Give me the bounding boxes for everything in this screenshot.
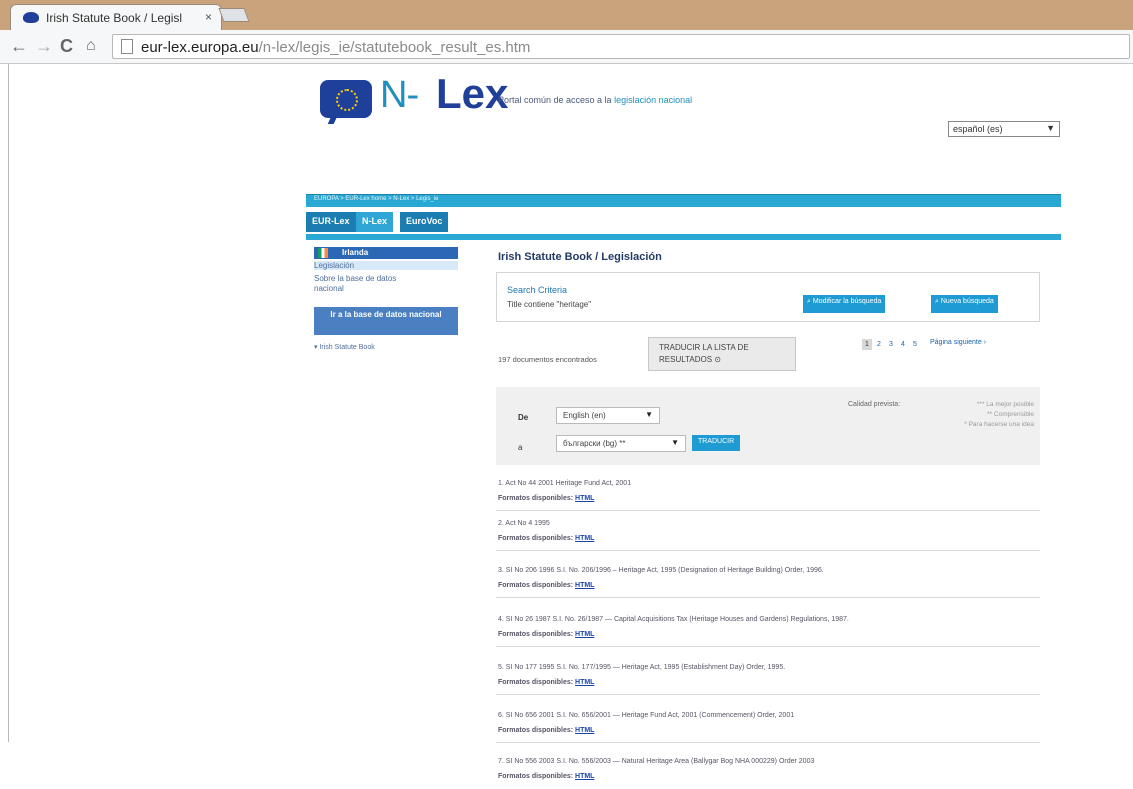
result-title[interactable]: 6. SI No 656 2001 S.I. No. 656/2001 — He… — [498, 712, 794, 719]
new-tab-button[interactable] — [218, 8, 250, 22]
result-formats: Formatos disponibles: HTML — [498, 679, 595, 686]
sidebar-country: Irlanda — [342, 248, 369, 257]
breadcrumb[interactable]: EUROPA > EUR-Lex home > N-Lex > Legis_ie — [314, 196, 438, 202]
sidebar-item-legislacion[interactable]: Legislación — [314, 261, 458, 270]
ireland-flag-icon — [318, 248, 328, 258]
result-formats: Formatos disponibles: HTML — [498, 631, 595, 638]
tab-n-lex[interactable]: N-Lex — [356, 212, 394, 232]
modify-search-button[interactable]: ⌕ Modificar la búsqueda — [803, 295, 886, 313]
forward-arrow-icon[interactable]: → — [35, 37, 53, 55]
sidebar-country-header: Irlanda — [314, 247, 458, 259]
goto-national-database-button[interactable]: Ir a la base de datos nacional — [314, 307, 458, 335]
dropdown-arrow-icon: ▼ — [645, 410, 653, 419]
quality-label: Calidad prevista: — [848, 401, 901, 408]
result-formats: Formatos disponibles: HTML — [498, 582, 595, 589]
tab-title: Irish Statute Book / Legisl — [46, 11, 183, 25]
search-criteria-box: Search Criteria Title contiene "heritage… — [496, 272, 1040, 322]
tab-eur-lex[interactable]: EUR-Lex — [306, 212, 356, 232]
translation-panel: De English (en) ▼ a български (bg) ** ▼ TR… — [496, 387, 1040, 465]
result-title[interactable]: 1. Act No 44 2001 Heritage Fund Act, 200… — [498, 480, 631, 487]
result-title[interactable]: 3. SI No 206 1996 S.I. No. 206/1996 – He… — [498, 567, 824, 574]
quality-best: *** La mejor posible — [976, 401, 1034, 408]
translate-button[interactable]: TRADUCIR — [692, 435, 741, 451]
page-3[interactable]: 3 — [886, 339, 896, 350]
html-format-link[interactable]: HTML — [575, 679, 594, 686]
result-formats: Formatos disponibles: HTML — [498, 773, 595, 780]
html-format-link[interactable]: HTML — [575, 495, 594, 502]
page-icon — [121, 39, 133, 54]
browser-toolbar: ← → C ⌂ eur-lex.europa.eu/n-lex/legis_ie… — [0, 30, 1133, 64]
result-formats: Formatos disponibles: HTML — [498, 535, 595, 542]
breadcrumb-bar: EUROPA > EUR-Lex home > N-Lex > Legis_ie — [306, 194, 1061, 207]
results-count: 197 documentos encontrados — [498, 355, 597, 364]
logo-lex[interactable]: Lex — [436, 70, 508, 118]
sidebar-tree-item[interactable]: ▾ Irish Statute Book — [314, 343, 375, 351]
from-language-select[interactable]: English (en) ▼ — [556, 407, 660, 424]
html-format-link[interactable]: HTML — [575, 631, 594, 638]
tab-eurovoc[interactable]: EuroVoc — [400, 212, 449, 232]
n-lex-site: N- Lex Portal común de acceso a la legis… — [306, 64, 1061, 780]
result-item: 7. SI No 556 2003 S.I. No. 556/2003 — Na… — [496, 751, 1040, 789]
result-formats: Formatos disponibles: HTML — [498, 495, 595, 502]
dropdown-arrow-icon: ▼ — [671, 438, 679, 447]
url-text: eur-lex.europa.eu/n-lex/legis_ie/statute… — [141, 39, 531, 56]
page-title: Irish Statute Book / Legislación — [498, 251, 662, 263]
site-tagline: Portal común de acceso a la legislación … — [498, 95, 693, 105]
eu-flag-logo-icon[interactable] — [320, 80, 372, 118]
n-lex-favicon-icon — [23, 12, 39, 23]
search-criteria-value: Title contiene "heritage" — [507, 300, 592, 309]
to-language-select[interactable]: български (bg) ** ▼ — [556, 435, 686, 452]
translate-results-button[interactable]: TRADUCIR LA LISTA DE RESULTADOS ⊙ — [648, 337, 796, 371]
html-format-link[interactable]: HTML — [575, 727, 594, 734]
browser-tab-bar: Irish Statute Book / Legisl × — [0, 0, 1133, 30]
html-format-link[interactable]: HTML — [575, 535, 594, 542]
home-icon[interactable]: ⌂ — [86, 37, 96, 55]
result-item: 2. Act No 4 1995 Formatos disponibles: H… — [496, 513, 1040, 551]
dropdown-arrow-icon: ▼ — [1046, 123, 1055, 133]
html-format-link[interactable]: HTML — [575, 582, 594, 589]
result-title[interactable]: 7. SI No 556 2003 S.I. No. 556/2003 — Na… — [498, 758, 814, 765]
result-title[interactable]: 4. SI No 26 1987 S.I. No. 26/1987 — Capi… — [498, 616, 849, 623]
sidebar-item-about-database-2[interactable]: nacional — [314, 284, 344, 293]
result-title[interactable]: 2. Act No 4 1995 — [498, 520, 550, 527]
back-arrow-icon[interactable]: ← — [10, 37, 28, 55]
sidebar-item-about-database[interactable]: Sobre la base de datos — [314, 274, 396, 283]
tab-close-icon[interactable]: × — [205, 10, 212, 24]
result-title[interactable]: 5. SI No 177 1995 S.I. No. 177/1995 — He… — [498, 664, 785, 671]
tab-underline — [306, 234, 1061, 240]
quality-comprehensible: ** Comprensible — [987, 411, 1034, 418]
page-1[interactable]: 1 — [862, 339, 872, 350]
page-4[interactable]: 4 — [898, 339, 908, 350]
quality-gist: * Para hacerse una idea — [964, 421, 1034, 428]
result-item: 4. SI No 26 1987 S.I. No. 26/1987 — Capi… — [496, 609, 1040, 647]
result-item: 6. SI No 656 2001 S.I. No. 656/2001 — He… — [496, 705, 1040, 743]
browser-tab[interactable]: Irish Statute Book / Legisl × — [10, 4, 222, 30]
sidebar: Irlanda Legislación Sobre la base de dat… — [314, 247, 460, 357]
search-criteria-label: Search Criteria — [507, 285, 568, 295]
address-bar[interactable]: eur-lex.europa.eu/n-lex/legis_ie/statute… — [112, 34, 1130, 59]
result-item: 1. Act No 44 2001 Heritage Fund Act, 200… — [496, 473, 1040, 511]
result-formats: Formatos disponibles: HTML — [498, 727, 595, 734]
page-5[interactable]: 5 — [910, 339, 920, 350]
from-language-label: De — [518, 413, 529, 422]
reload-icon[interactable]: C — [60, 37, 73, 55]
result-item: 5. SI No 177 1995 S.I. No. 177/1995 — He… — [496, 657, 1040, 695]
language-select[interactable]: español (es) ▼ — [948, 121, 1060, 137]
logo-n[interactable]: N- — [380, 74, 419, 117]
result-item: 3. SI No 206 1996 S.I. No. 206/1996 – He… — [496, 560, 1040, 598]
page-2[interactable]: 2 — [874, 339, 884, 350]
to-language-label: a — [518, 443, 523, 452]
new-search-button[interactable]: ⌕ Nueva búsqueda — [931, 295, 998, 313]
html-format-link[interactable]: HTML — [575, 773, 594, 780]
next-page-link[interactable]: Página siguiente › — [930, 339, 986, 346]
